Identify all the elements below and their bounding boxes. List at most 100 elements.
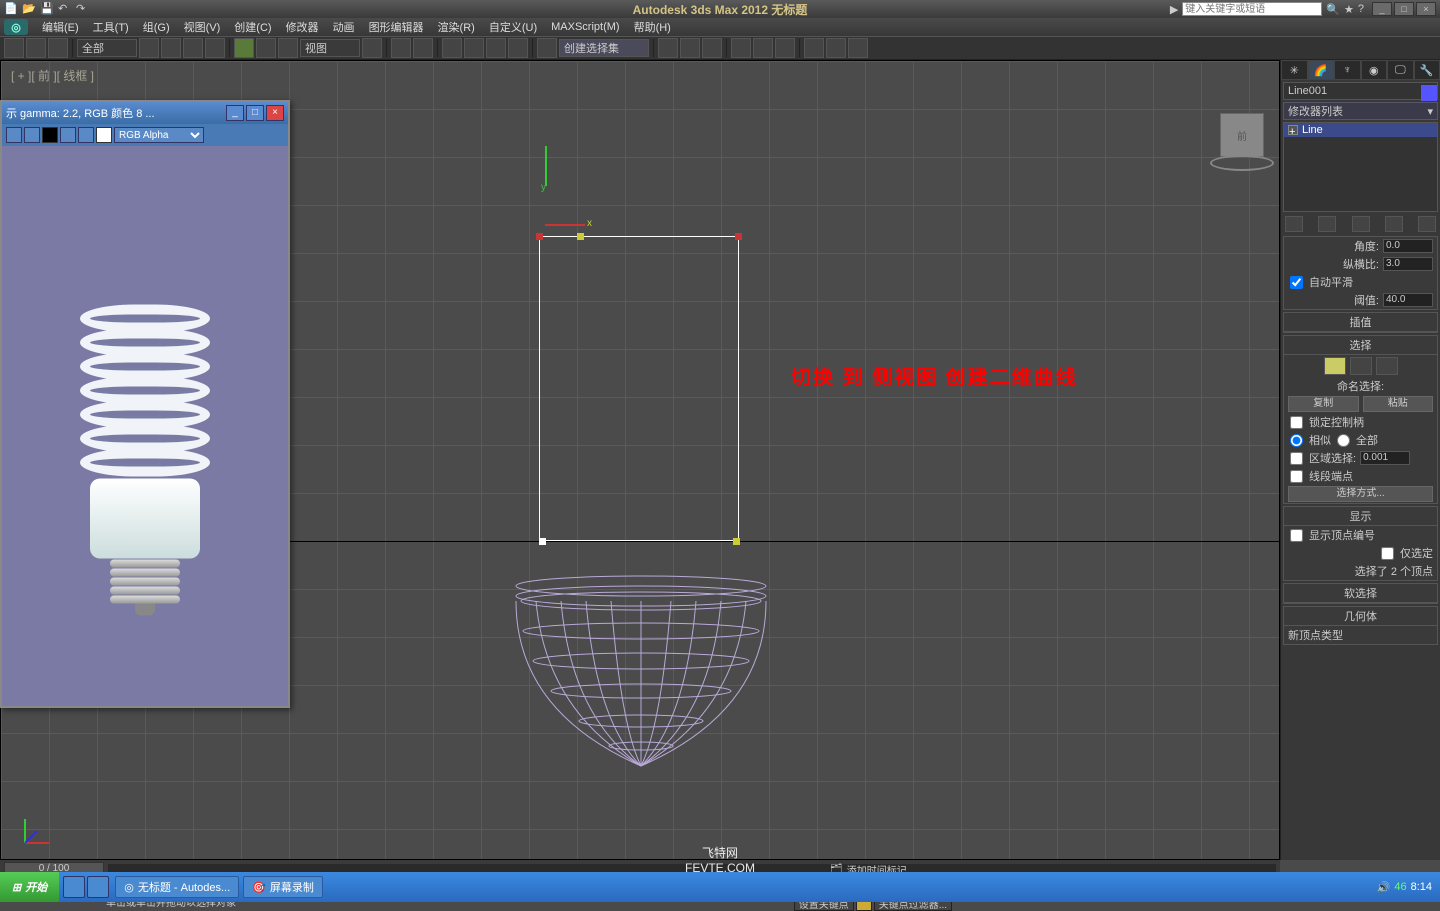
render-maximize-button[interactable]: □ bbox=[246, 105, 264, 121]
edit-named-sel-icon[interactable] bbox=[537, 38, 557, 58]
menu-maxscript[interactable]: MAXScript(M) bbox=[545, 21, 625, 33]
open-icon[interactable]: 📂 bbox=[22, 2, 36, 16]
viewcube-ring[interactable] bbox=[1210, 155, 1274, 171]
render-frame-icon[interactable] bbox=[826, 38, 846, 58]
all-radio[interactable] bbox=[1337, 434, 1350, 447]
vertex[interactable] bbox=[536, 233, 543, 240]
menu-views[interactable]: 视图(V) bbox=[178, 19, 227, 35]
utilities-tab-icon[interactable]: 🔧 bbox=[1414, 60, 1440, 80]
lockhandles-checkbox[interactable] bbox=[1290, 416, 1303, 429]
rotate-icon[interactable] bbox=[256, 38, 276, 58]
new-icon[interactable]: 📄 bbox=[4, 2, 18, 16]
curve-editor-icon[interactable] bbox=[731, 38, 751, 58]
snap-xy-icon[interactable] bbox=[442, 38, 462, 58]
spinner-snap-icon[interactable] bbox=[508, 38, 528, 58]
stack-item-line[interactable]: +Line bbox=[1284, 123, 1437, 137]
keyboard-shortcut-icon[interactable] bbox=[413, 38, 433, 58]
configure-sets-icon[interactable] bbox=[1418, 216, 1436, 232]
modifier-stack[interactable]: +Line bbox=[1283, 122, 1438, 212]
angle-spinner[interactable]: 0.0 bbox=[1383, 239, 1433, 253]
copy-button[interactable]: 复制 bbox=[1288, 396, 1359, 412]
select-name-icon[interactable] bbox=[161, 38, 181, 58]
rollout-interp-header[interactable]: 插值 bbox=[1284, 313, 1437, 332]
rollout-sel-header[interactable]: 选择 bbox=[1284, 336, 1437, 355]
display-tab-icon[interactable]: 🖵 bbox=[1387, 60, 1414, 80]
vertex-subobj-icon[interactable] bbox=[1324, 357, 1346, 375]
render-minimize-button[interactable]: _ bbox=[226, 105, 244, 121]
vertex[interactable] bbox=[735, 233, 742, 240]
task-3dsmax[interactable]: ◎无标题 - Autodes... bbox=[115, 876, 239, 898]
menu-modifiers[interactable]: 修改器 bbox=[280, 19, 325, 35]
make-unique-icon[interactable] bbox=[1352, 216, 1370, 232]
wireframe-object[interactable] bbox=[506, 571, 776, 771]
redo-icon[interactable]: ↷ bbox=[76, 2, 90, 16]
rgb-channel-icon[interactable] bbox=[60, 127, 76, 143]
segend-checkbox[interactable] bbox=[1290, 470, 1303, 483]
menu-edit[interactable]: 编辑(E) bbox=[36, 19, 85, 35]
motion-tab-icon[interactable]: ◉ bbox=[1361, 60, 1388, 80]
menu-help[interactable]: 帮助(H) bbox=[628, 19, 677, 35]
select-icon[interactable] bbox=[139, 38, 159, 58]
help-icon[interactable]: ? bbox=[1358, 3, 1364, 15]
expand-icon[interactable]: + bbox=[1288, 125, 1298, 135]
menu-create[interactable]: 创建(C) bbox=[228, 19, 277, 35]
tray-clock[interactable]: 8:14 bbox=[1411, 881, 1432, 893]
render-close-button[interactable]: × bbox=[266, 105, 284, 121]
save-image-icon[interactable] bbox=[6, 127, 22, 143]
viewport-label[interactable]: [ + ][ 前 ][ 线框 ] bbox=[11, 67, 94, 84]
gizmo-x-axis[interactable] bbox=[545, 224, 585, 226]
star-icon[interactable]: ★ bbox=[1344, 3, 1354, 16]
alike-radio[interactable] bbox=[1290, 434, 1303, 447]
percent-snap-icon[interactable] bbox=[486, 38, 506, 58]
search-input[interactable] bbox=[1182, 2, 1322, 16]
render-frame-window[interactable]: 示 gamma: 2.2, RGB 颜色 8 ... _ □ × RGB Alp… bbox=[0, 100, 290, 708]
tray-temp[interactable]: 46 bbox=[1394, 881, 1406, 893]
render-titlebar[interactable]: 示 gamma: 2.2, RGB 颜色 8 ... _ □ × bbox=[2, 102, 288, 124]
scale-icon[interactable] bbox=[278, 38, 298, 58]
binoculars-icon[interactable]: 🔍 bbox=[1326, 3, 1340, 16]
align-icon[interactable] bbox=[680, 38, 700, 58]
render-setup-icon[interactable] bbox=[804, 38, 824, 58]
alpha-channel-icon[interactable] bbox=[78, 127, 94, 143]
gizmo-y-axis[interactable] bbox=[545, 146, 547, 186]
ql-icon-1[interactable] bbox=[63, 876, 85, 898]
undo-icon[interactable]: ↶ bbox=[58, 2, 72, 16]
tray-icon-1[interactable]: 🔊 bbox=[1377, 881, 1391, 894]
window-crossing-icon[interactable] bbox=[205, 38, 225, 58]
menu-customize[interactable]: 自定义(U) bbox=[483, 19, 543, 35]
menu-tools[interactable]: 工具(T) bbox=[87, 19, 135, 35]
angle-snap-icon[interactable] bbox=[464, 38, 484, 58]
rollout-geom-header[interactable]: 几何体 bbox=[1284, 607, 1437, 626]
menu-animation[interactable]: 动画 bbox=[327, 19, 361, 35]
remove-modifier-icon[interactable] bbox=[1385, 216, 1403, 232]
bg-black-swatch[interactable] bbox=[42, 127, 58, 143]
menu-render[interactable]: 渲染(R) bbox=[432, 19, 481, 35]
shownum-checkbox[interactable] bbox=[1290, 529, 1303, 542]
autosmooth-checkbox[interactable] bbox=[1290, 276, 1303, 289]
unlink-icon[interactable] bbox=[26, 38, 46, 58]
object-color-swatch[interactable] bbox=[1421, 85, 1437, 101]
link-icon[interactable] bbox=[4, 38, 24, 58]
aspect-spinner[interactable]: 3.0 bbox=[1383, 257, 1433, 271]
close-button[interactable]: × bbox=[1416, 2, 1436, 16]
area-spinner[interactable]: 0.001 bbox=[1360, 451, 1410, 465]
object-name-field[interactable]: Line001 bbox=[1283, 82, 1438, 100]
modifier-list-dropdown[interactable]: 修改器列表▾ bbox=[1283, 102, 1438, 120]
info-arrow-icon[interactable]: ▶ bbox=[1170, 3, 1178, 16]
rollout-disp-header[interactable]: 显示 bbox=[1284, 507, 1437, 526]
create-tab-icon[interactable]: ✳ bbox=[1281, 60, 1308, 80]
app-logo-icon[interactable]: ◎ bbox=[4, 19, 28, 35]
bg-white-swatch[interactable] bbox=[96, 127, 112, 143]
select-region-icon[interactable] bbox=[183, 38, 203, 58]
viewcube[interactable]: 前 bbox=[1220, 113, 1264, 157]
threshold-spinner[interactable]: 40.0 bbox=[1383, 293, 1433, 307]
ql-icon-2[interactable] bbox=[87, 876, 109, 898]
channel-dropdown[interactable]: RGB Alpha bbox=[114, 127, 204, 143]
select-by-button[interactable]: 选择方式... bbox=[1288, 486, 1433, 502]
line-shape[interactable] bbox=[539, 236, 739, 541]
minimize-button[interactable]: _ bbox=[1372, 2, 1392, 16]
save-icon[interactable]: 💾 bbox=[40, 2, 54, 16]
segment-subobj-icon[interactable] bbox=[1350, 357, 1372, 375]
start-button[interactable]: ⊞开始 bbox=[0, 872, 59, 902]
hierarchy-tab-icon[interactable]: ♆ bbox=[1334, 60, 1361, 80]
